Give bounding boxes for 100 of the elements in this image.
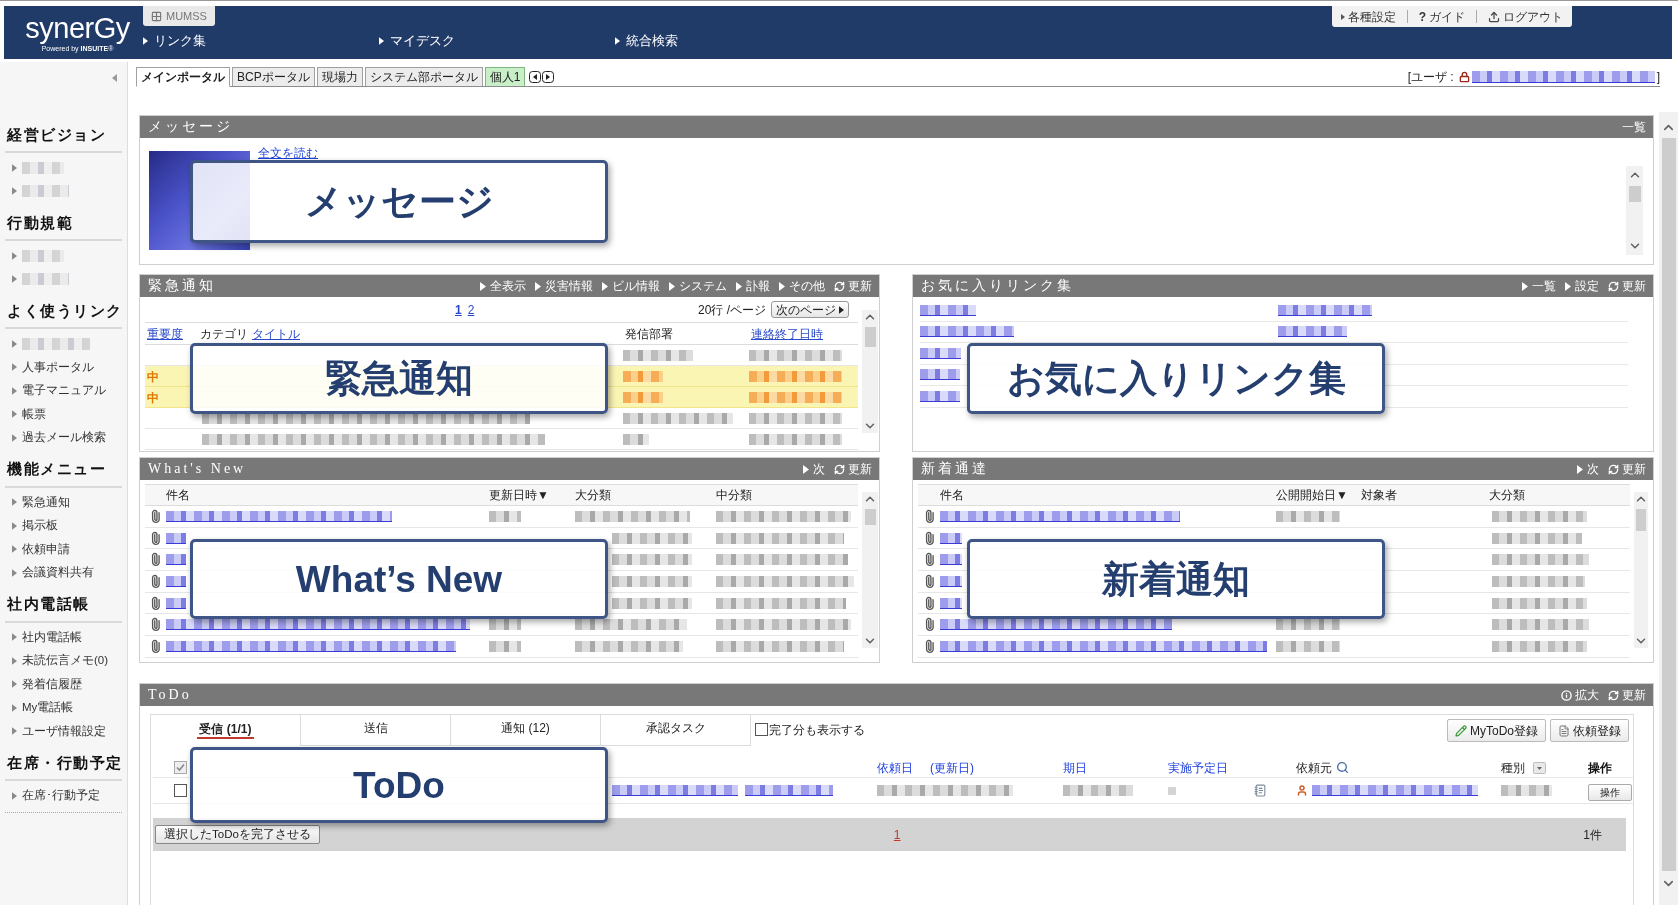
- sidebar-link[interactable]: 掲示板: [12, 520, 58, 532]
- redacted-link[interactable]: [940, 554, 962, 566]
- redacted-link[interactable]: [166, 619, 470, 631]
- header-link[interactable]: 一覧: [1522, 280, 1556, 292]
- next-page-button[interactable]: 次のページ: [771, 301, 849, 318]
- header-link[interactable]: 訃報: [736, 280, 770, 292]
- redacted-link[interactable]: [920, 304, 976, 316]
- redacted-link[interactable]: [612, 785, 738, 796]
- scrollbar-thumb[interactable]: [864, 509, 876, 525]
- sidebar-link[interactable]: My電話帳: [12, 702, 74, 714]
- redacted-link[interactable]: [940, 640, 1267, 652]
- notepad-icon[interactable]: [1254, 784, 1267, 797]
- column-header-link[interactable]: (更新日): [930, 760, 974, 775]
- redacted-link[interactable]: [166, 554, 186, 566]
- refresh-link[interactable]: 更新: [834, 280, 872, 292]
- sidebar-link[interactable]: 帳票: [12, 408, 46, 420]
- header-link[interactable]: 次: [1577, 463, 1599, 475]
- checkbox[interactable]: [755, 723, 768, 736]
- redacted-link[interactable]: [166, 640, 456, 652]
- nav-link[interactable]: 統合検索: [615, 34, 678, 47]
- redacted-link[interactable]: [940, 597, 962, 609]
- checkbox[interactable]: [174, 761, 187, 774]
- scrollbar[interactable]: [1659, 112, 1678, 905]
- sidebar-link[interactable]: 人事ポータル: [12, 361, 94, 373]
- page-link[interactable]: 1: [893, 828, 901, 841]
- scrollbar[interactable]: [1626, 166, 1643, 255]
- redacted-link[interactable]: [1471, 70, 1655, 83]
- header-link[interactable]: 次: [803, 463, 825, 475]
- sidebar-link[interactable]: 緊急通知: [12, 496, 70, 508]
- utility-link[interactable]: 各種設定: [1340, 10, 1396, 23]
- action-button[interactable]: 操作: [1588, 784, 1632, 801]
- redacted-link[interactable]: [940, 575, 962, 587]
- scrollbar-thumb[interactable]: [1661, 138, 1676, 871]
- sidebar-link[interactable]: [12, 161, 64, 174]
- dropdown-icon[interactable]: [1533, 761, 1546, 774]
- redacted-link[interactable]: [920, 390, 960, 402]
- my-todo-button[interactable]: MyToDo登録: [1447, 719, 1546, 742]
- header-link[interactable]: システム: [669, 280, 727, 292]
- redacted-link[interactable]: [920, 326, 1014, 338]
- scrollbar-thumb[interactable]: [864, 327, 876, 347]
- redacted-link[interactable]: [1278, 326, 1347, 338]
- request-button[interactable]: 依頼登録: [1550, 719, 1629, 742]
- redacted-link[interactable]: [166, 597, 186, 609]
- header-link[interactable]: 全表示: [480, 280, 526, 292]
- header-link[interactable]: 災害情報: [535, 280, 593, 292]
- sidebar-link[interactable]: 依頼申請: [12, 543, 70, 555]
- portal-tab[interactable]: 現場力: [316, 67, 363, 86]
- column-header-link[interactable]: 重要度: [147, 326, 183, 341]
- redacted-link[interactable]: [166, 532, 186, 544]
- sidebar-link[interactable]: 電子マニュアル: [12, 385, 106, 397]
- header-link[interactable]: 一覧: [1622, 121, 1646, 133]
- portal-tab[interactable]: システム部ポータル: [364, 67, 483, 86]
- complete-selected-button[interactable]: 選択したToDoを完了させる: [155, 825, 320, 844]
- sidebar-link[interactable]: 社内電話帳: [12, 631, 82, 643]
- sidebar-link[interactable]: 未読伝言メモ(0): [12, 655, 109, 667]
- redacted-link[interactable]: [920, 347, 961, 359]
- sidebar-link[interactable]: 会議資料共有: [12, 567, 94, 579]
- scrollbar[interactable]: [1634, 492, 1648, 648]
- checkbox[interactable]: [174, 784, 187, 797]
- column-header-link[interactable]: 連絡終了日時: [751, 326, 823, 341]
- sidebar-link[interactable]: ユーザ情報設定: [12, 725, 106, 737]
- nav-link[interactable]: マイデスク: [379, 34, 455, 47]
- todo-tab[interactable]: 通知 (12): [451, 715, 601, 746]
- page-link[interactable]: 2: [467, 300, 475, 319]
- redacted-link[interactable]: [940, 619, 1172, 631]
- redacted-link[interactable]: [920, 369, 960, 381]
- column-header-link[interactable]: 依頼日: [877, 760, 913, 775]
- header-link[interactable]: その他: [779, 280, 825, 292]
- refresh-link[interactable]: 更新: [1608, 463, 1646, 475]
- page-link[interactable]: 1: [455, 300, 462, 319]
- sidebar-link[interactable]: 発着信履歴: [12, 678, 82, 690]
- scrollbar-thumb[interactable]: [1636, 509, 1646, 531]
- sidebar-link[interactable]: [12, 249, 64, 262]
- column-header-link[interactable]: 実施予定日: [1168, 760, 1228, 775]
- scrollbar[interactable]: [862, 492, 878, 648]
- column-header-link[interactable]: タイトル: [252, 327, 300, 340]
- refresh-link[interactable]: 更新: [1608, 689, 1646, 701]
- redacted-link[interactable]: [166, 510, 392, 522]
- redacted-link[interactable]: [166, 575, 186, 587]
- redacted-link[interactable]: [1312, 785, 1478, 796]
- scrollbar-thumb[interactable]: [1628, 186, 1641, 202]
- header-link[interactable]: 設定: [1565, 280, 1599, 292]
- todo-tab[interactable]: 承認タスク: [601, 715, 751, 746]
- sidebar-link[interactable]: 在席･行動予定: [12, 790, 100, 802]
- scrollbar[interactable]: [862, 310, 878, 433]
- header-link[interactable]: ビル情報: [602, 280, 660, 292]
- redacted-link[interactable]: [940, 532, 962, 544]
- collapse-arrow-icon[interactable]: [112, 74, 117, 82]
- portal-tab[interactable]: 個人1: [484, 67, 526, 86]
- utility-link[interactable]: ログアウト: [1488, 10, 1563, 23]
- redacted-link[interactable]: [940, 510, 1180, 522]
- expand-link[interactable]: 拡大: [1561, 689, 1599, 701]
- redacted-link[interactable]: [1278, 304, 1372, 316]
- utility-link[interactable]: ? ガイド: [1418, 10, 1465, 23]
- column-header-link[interactable]: 期日: [1063, 760, 1087, 775]
- todo-tab[interactable]: 送信: [301, 715, 451, 746]
- sidebar-link[interactable]: 過去メール検索: [12, 432, 106, 444]
- search-icon[interactable]: [1336, 761, 1349, 774]
- redacted-link[interactable]: [745, 785, 833, 796]
- refresh-link[interactable]: 更新: [834, 463, 872, 475]
